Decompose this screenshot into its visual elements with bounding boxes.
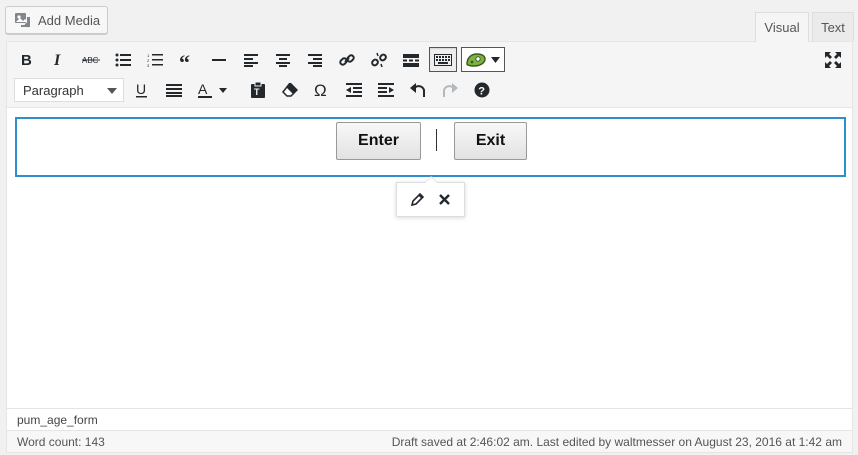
popup-maker-button[interactable] — [461, 47, 505, 72]
remove-link-button[interactable] — [366, 47, 392, 73]
shortcode-toolbar-popover — [396, 176, 465, 217]
paste-as-text-icon: T — [251, 82, 265, 98]
special-character-icon: Ω — [314, 82, 327, 98]
read-more-icon — [403, 53, 419, 67]
add-media-button[interactable]: Add Media — [5, 6, 108, 34]
bulleted-list-icon — [115, 53, 131, 67]
clear-formatting-icon — [282, 83, 298, 97]
underline-button[interactable]: U — [129, 77, 155, 103]
status-bar: Word count: 143 Draft saved at 2:46:02 a… — [7, 430, 852, 452]
svg-text:U: U — [136, 83, 146, 97]
enter-button[interactable]: Enter — [336, 122, 421, 160]
remove-link-icon — [371, 52, 387, 68]
special-character-button[interactable]: Ω — [309, 77, 335, 103]
undo-button[interactable] — [405, 77, 431, 103]
chevron-down-icon — [491, 56, 500, 63]
redo-icon — [443, 83, 458, 97]
tab-visual[interactable]: Visual — [755, 12, 809, 42]
indent-button[interactable] — [373, 77, 399, 103]
svg-text:?: ? — [478, 86, 485, 98]
text-color-icon: A — [198, 82, 227, 98]
undo-icon — [410, 83, 425, 97]
svg-text:3: 3 — [147, 63, 150, 67]
clear-formatting-button[interactable] — [277, 77, 303, 103]
exit-button[interactable]: Exit — [454, 122, 527, 160]
numbered-list-button[interactable]: 123 — [142, 47, 168, 73]
svg-text:A: A — [198, 82, 208, 97]
strikethrough-button[interactable]: ABC — [78, 47, 104, 73]
strikethrough-icon: ABC — [82, 56, 100, 65]
element-path-bar: pum_age_form — [7, 408, 852, 430]
editor-toolbar: B I ABC 123 “ — [7, 42, 852, 108]
fullscreen-button[interactable] — [820, 47, 846, 73]
redo-button[interactable] — [437, 77, 463, 103]
media-icon — [15, 13, 30, 28]
bold-icon: B — [21, 53, 32, 67]
remove-shortcode-button[interactable] — [432, 188, 456, 212]
blockquote-button[interactable]: “ — [174, 47, 200, 73]
draft-status: Draft saved at 2:46:02 am. Last edited b… — [391, 434, 842, 449]
tab-text[interactable]: Text — [812, 12, 854, 41]
element-path[interactable]: pum_age_form — [17, 413, 98, 427]
editor-screen: Add Media Visual Text B I ABC 123 “ — [0, 0, 858, 455]
read-more-button[interactable] — [398, 47, 424, 73]
bulleted-list-button[interactable] — [110, 47, 136, 73]
edit-shortcode-button[interactable] — [405, 188, 429, 212]
insert-link-button[interactable] — [334, 47, 360, 73]
horizontal-line-button[interactable] — [206, 47, 232, 73]
text-cursor — [436, 129, 437, 151]
svg-text:T: T — [254, 87, 260, 97]
align-right-icon — [308, 53, 322, 67]
numbered-list-icon: 123 — [147, 53, 163, 67]
popup-maker-icon — [466, 53, 486, 67]
help-icon: ? — [474, 82, 490, 98]
selected-shortcode-block[interactable]: Enter Exit — [15, 117, 846, 177]
format-select-value: Paragraph — [23, 82, 84, 98]
bold-button[interactable]: B — [14, 47, 40, 73]
text-color-button[interactable]: A — [193, 77, 233, 103]
svg-text:“: “ — [179, 54, 190, 66]
edit-pencil-icon — [410, 192, 424, 206]
fullscreen-icon — [825, 52, 841, 68]
word-count: Word count: 143 — [17, 434, 105, 449]
svg-text:Ω: Ω — [314, 82, 327, 98]
toolbar-toggle-button[interactable] — [429, 47, 457, 72]
indent-icon — [378, 83, 394, 97]
svg-text:B: B — [21, 53, 32, 67]
justify-icon — [166, 83, 182, 97]
align-left-icon — [244, 53, 258, 67]
svg-text:I: I — [54, 53, 61, 67]
remove-x-icon — [438, 194, 450, 205]
justify-button[interactable] — [161, 77, 187, 103]
blockquote-icon: “ — [179, 54, 190, 66]
italic-icon: I — [54, 53, 61, 67]
chevron-down-icon — [107, 88, 117, 94]
paste-as-text-button[interactable]: T — [245, 77, 271, 103]
align-center-icon — [276, 53, 290, 67]
align-right-button[interactable] — [302, 47, 328, 73]
add-media-label: Add Media — [38, 12, 101, 28]
toolbar-toggle-icon — [434, 53, 452, 66]
editor-frame: B I ABC 123 “ — [6, 41, 853, 453]
align-center-button[interactable] — [270, 47, 296, 73]
help-button[interactable]: ? — [469, 77, 495, 103]
italic-button[interactable]: I — [46, 47, 72, 73]
outdent-icon — [346, 83, 362, 97]
format-select[interactable]: Paragraph — [14, 78, 124, 102]
outdent-button[interactable] — [341, 77, 367, 103]
insert-link-icon — [339, 54, 355, 66]
align-left-button[interactable] — [238, 47, 264, 73]
underline-icon: U — [136, 83, 147, 97]
editor-content[interactable]: Enter Exit — [7, 109, 852, 408]
horizontal-line-icon — [212, 59, 226, 61]
